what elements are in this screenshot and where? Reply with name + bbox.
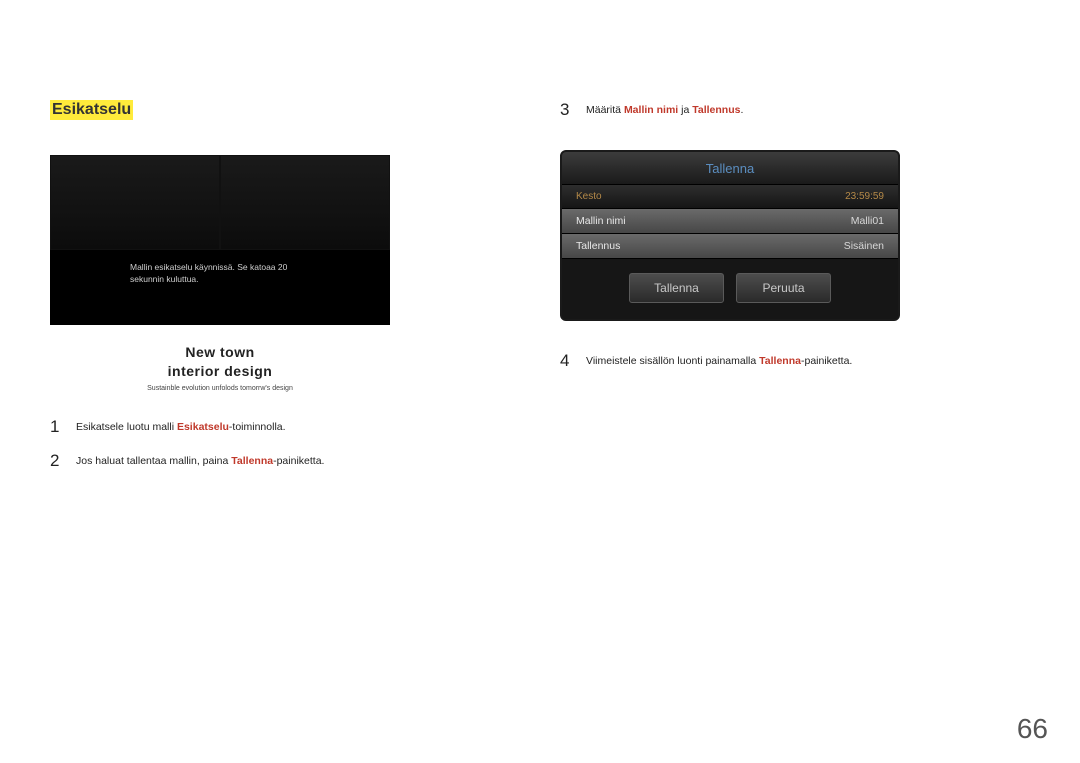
duration-label: Kesto (576, 191, 602, 202)
save-dialog: Tallenna Kesto 23:59:59 Mallin nimi Mall… (560, 150, 900, 321)
step-3: 3 Määritä Mallin nimi ja Tallennus. (560, 100, 1000, 120)
duration-value: 23:59:59 (845, 191, 884, 202)
page-number: 66 (1017, 713, 1048, 745)
preview-overlay-text: Mallin esikatselu käynnissä. Se katoaa 2… (50, 250, 390, 286)
duration-row: Kesto 23:59:59 (562, 185, 898, 209)
template-caption: New town interior design Sustainble evol… (50, 343, 390, 392)
preview-screenshot: Mallin esikatselu käynnissä. Se katoaa 2… (50, 155, 390, 325)
step-4: 4 Viimeistele sisällön luonti painamalla… (560, 351, 1000, 371)
model-name-row[interactable]: Mallin nimi Malli01 (562, 209, 898, 234)
cancel-button[interactable]: Peruuta (736, 273, 831, 303)
preview-pane-left (50, 155, 220, 250)
step-2: 2 Jos haluat tallentaa mallin, paina Tal… (50, 451, 490, 471)
dialog-title: Tallenna (562, 152, 898, 185)
preview-pane-right (220, 155, 390, 250)
save-button[interactable]: Tallenna (629, 273, 724, 303)
section-heading: Esikatselu (50, 100, 133, 120)
storage-row[interactable]: Tallennus Sisäinen (562, 234, 898, 259)
step-1: 1 Esikatsele luotu malli Esikatselu-toim… (50, 417, 490, 437)
